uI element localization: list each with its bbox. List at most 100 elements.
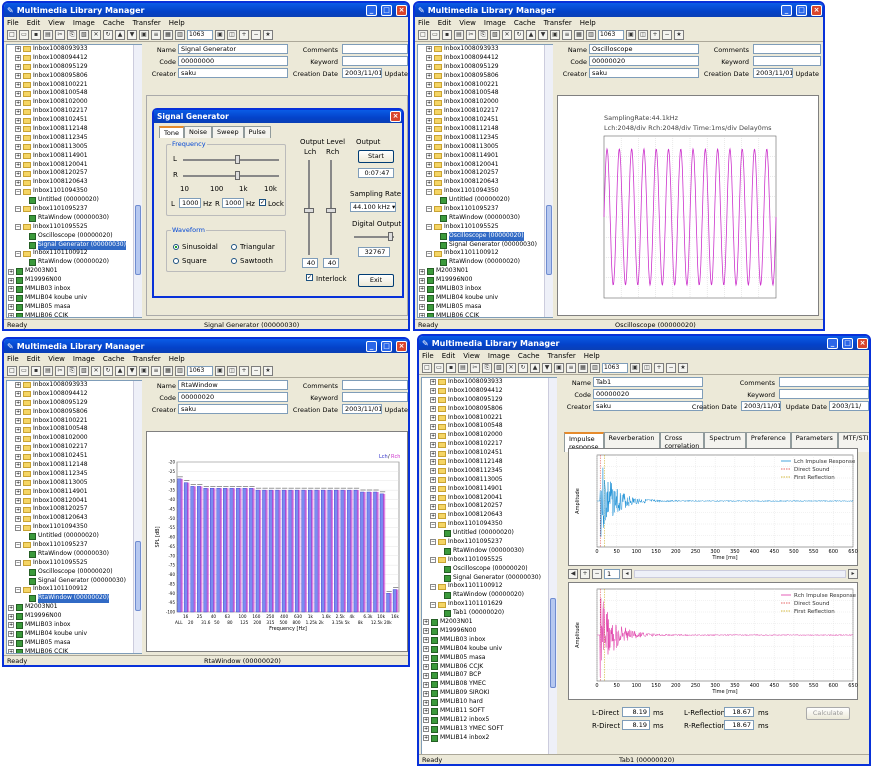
rch-level-input[interactable]: 40 — [323, 258, 339, 268]
tree-item-folder[interactable]: − Inbox1101095237 — [7, 541, 141, 550]
start-button[interactable]: Start — [358, 150, 394, 163]
tree-item-folder[interactable]: + Inbox1008102451 — [422, 449, 556, 458]
cut-icon[interactable]: ✂ — [470, 362, 480, 373]
freq-l-slider[interactable] — [183, 155, 279, 164]
tree-item-document[interactable]: RtaWindow (00000020) — [7, 594, 141, 604]
tree-item-folder[interactable]: + Inbox1008093933 — [422, 378, 556, 387]
radio-sinusoidal[interactable]: Sinusoidal — [173, 243, 218, 251]
tree-scrollbar[interactable] — [133, 381, 142, 653]
tree-item-root[interactable]: + M2003N01 — [422, 618, 556, 627]
tree-item-document[interactable]: Oscilloscope (00000020) — [422, 565, 556, 574]
tree-item-root[interactable]: + MMLIB05 masa — [422, 654, 556, 663]
tree-item-folder[interactable]: + Inbox1008120257 — [422, 502, 556, 511]
open-icon[interactable]: ▭ — [434, 362, 444, 373]
creator-field[interactable]: saku — [178, 404, 288, 414]
tab-noise[interactable]: Noise — [183, 126, 212, 138]
tree-item-root[interactable]: + MMLIB04 koube univ — [418, 294, 552, 303]
tree-item-root[interactable]: + MMLIB06 CCJK — [418, 312, 552, 317]
maximize-button[interactable]: □ — [842, 337, 853, 349]
tree-item-folder[interactable]: + Inbox1008120257 — [418, 169, 552, 178]
tree-item-folder[interactable]: − Inbox1101100912 — [422, 582, 556, 591]
maximize-button[interactable]: □ — [381, 340, 392, 352]
tree-item-root[interactable]: + MMLIB12 inbox5 — [422, 716, 556, 725]
comments-field[interactable] — [753, 44, 821, 54]
grid-icon[interactable]: ▦ — [163, 29, 173, 40]
tree-item-document[interactable]: Signal Generator (00000030) — [422, 574, 556, 583]
zoom-in-icon[interactable]: + — [580, 569, 590, 579]
tree-item-document[interactable]: RtaWindow (00000020) — [422, 591, 556, 600]
delete-icon[interactable]: ✕ — [91, 365, 101, 376]
tree-item-folder[interactable]: − Inbox1101095525 — [7, 223, 141, 232]
tree-item-folder[interactable]: + Inbox1008095806 — [7, 72, 141, 81]
tree-item-folder[interactable]: + Inbox1008094412 — [7, 54, 141, 63]
paste-icon[interactable]: ▧ — [490, 29, 500, 40]
tree-item-root[interactable]: + M19996N00 — [422, 627, 556, 636]
tree-item-root[interactable]: + MMLIB05 masa — [7, 303, 141, 312]
zoom-select[interactable]: 1063 — [602, 362, 628, 373]
tree-item-root[interactable]: + MMLIB06 CCJK — [7, 648, 141, 653]
scroll-left-icon[interactable]: ◂ — [622, 569, 632, 579]
menu-item[interactable]: File — [418, 19, 430, 27]
creation-date-field[interactable]: 2003/11/01 — [741, 401, 781, 411]
new-icon[interactable]: □ — [7, 29, 17, 40]
image-icon[interactable]: ▣ — [554, 362, 564, 373]
star-icon[interactable]: ★ — [678, 362, 688, 373]
keyword-field[interactable] — [342, 56, 408, 66]
tree-item-document[interactable]: Untitled (00000020) — [422, 529, 556, 538]
r-frequency-input[interactable]: 1000 — [222, 198, 244, 208]
image-icon[interactable]: ▣ — [139, 29, 149, 40]
tree-item-folder[interactable]: + Inbox1008102451 — [7, 116, 141, 125]
down-icon[interactable]: ▼ — [127, 365, 137, 376]
tree-scrollbar[interactable] — [133, 45, 142, 317]
name-field[interactable]: Tab1 — [593, 377, 703, 387]
menu-item[interactable]: Help — [580, 19, 596, 27]
star-icon[interactable]: ★ — [263, 365, 273, 376]
refresh-icon[interactable]: ↻ — [103, 365, 113, 376]
maximize-button[interactable]: □ — [796, 4, 807, 16]
zoom-select[interactable]: 1063 — [598, 29, 624, 40]
zoom-out-icon[interactable]: − — [592, 569, 602, 579]
list-icon[interactable]: ≡ — [566, 362, 576, 373]
list-icon[interactable]: ≡ — [151, 365, 161, 376]
code-field[interactable]: 00000020 — [178, 392, 288, 402]
minimize-button[interactable]: _ — [366, 340, 377, 352]
image-icon[interactable]: ▣ — [139, 365, 149, 376]
new-icon[interactable]: □ — [7, 365, 17, 376]
tree-item-folder[interactable]: + Inbox1008102217 — [422, 440, 556, 449]
tree-item-folder[interactable]: + Inbox1008095129 — [7, 63, 141, 72]
tree-item-folder[interactable]: + Inbox1008094412 — [422, 387, 556, 396]
close-button[interactable]: × — [396, 340, 407, 352]
tree-item-folder[interactable]: + Inbox1008120041 — [422, 494, 556, 503]
new-icon[interactable]: □ — [422, 362, 432, 373]
tree-item-folder[interactable]: + Inbox1008102217 — [418, 107, 552, 116]
copy-icon[interactable]: ⎘ — [67, 29, 77, 40]
tree-item-folder[interactable]: + Inbox1008112345 — [418, 134, 552, 143]
tree-item-folder[interactable]: + Inbox1008102217 — [7, 107, 141, 116]
tree-item-folder[interactable]: + Inbox1008100548 — [418, 89, 552, 98]
tree-item-root[interactable]: + MMLIB08 YMEC — [422, 680, 556, 689]
paste-icon[interactable]: ▧ — [79, 29, 89, 40]
tree-item-folder[interactable]: + Inbox1008120041 — [418, 161, 552, 170]
menu-item[interactable]: Cache — [103, 355, 125, 363]
tree-item-folder[interactable]: + Inbox1008120643 — [418, 178, 552, 187]
split-icon[interactable]: ◫ — [227, 365, 237, 376]
code-field[interactable]: 00000020 — [593, 389, 703, 399]
sampling-rate-select[interactable]: 44.100 kHz ▾ — [350, 202, 396, 212]
tree-item-folder[interactable]: + Inbox1008112345 — [7, 134, 141, 143]
creation-date-field[interactable]: 2003/11/01 — [342, 68, 382, 78]
tree-item-document[interactable]: Signal Generator (00000030) — [7, 240, 141, 250]
tree-scrollbar[interactable] — [544, 45, 553, 317]
menu-item[interactable]: View — [48, 19, 65, 27]
zoom-out-icon[interactable]: − — [662, 29, 672, 40]
name-field[interactable]: RtaWindow — [178, 380, 288, 390]
tree-item-folder[interactable]: − Inbox1101100912 — [7, 585, 141, 594]
details-icon[interactable]: ▥ — [590, 362, 600, 373]
tree-item-document[interactable]: RtaWindow (00000030) — [422, 547, 556, 556]
refresh-icon[interactable]: ↻ — [514, 29, 524, 40]
calculate-button[interactable]: Calculate — [806, 707, 850, 720]
tree-item-folder[interactable]: + Inbox1008102000 — [422, 431, 556, 440]
star-icon[interactable]: ★ — [263, 29, 273, 40]
tree-item-folder[interactable]: + Inbox1008114901 — [418, 152, 552, 161]
tree-item-document[interactable]: RtaWindow (00000020) — [418, 258, 552, 267]
split-icon[interactable]: ◫ — [642, 362, 652, 373]
